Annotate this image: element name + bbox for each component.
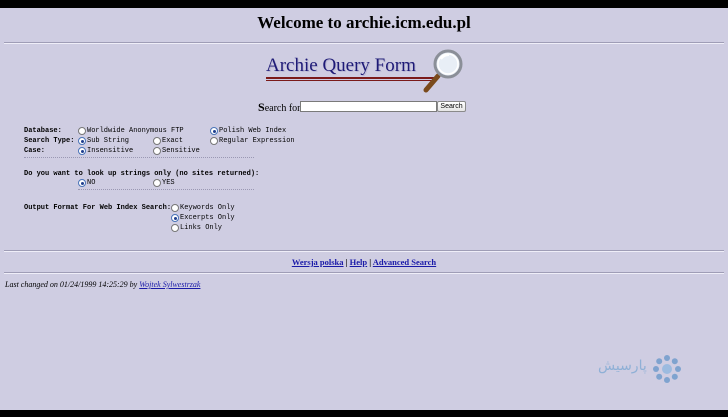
option-yes[interactable]: YES [153,178,175,188]
search-label: Search for: [258,100,303,115]
option-sub-string[interactable]: Sub String [78,136,129,146]
divider-bottom [4,272,724,274]
option-label: NO [87,179,96,187]
radio-polish-web-index[interactable] [210,127,218,135]
radio-sensitive[interactable] [153,147,161,155]
radio-no[interactable] [78,179,86,187]
archie-logo: Archie Query Form [266,48,466,100]
link-separator: | [345,257,348,267]
option-keywords-only[interactable]: Keywords Only [171,203,235,213]
option-label: Regular Expression [219,137,295,145]
radio-regular-expression[interactable] [210,137,218,145]
author-link[interactable]: Wojtek Sylwestrzak [139,280,200,289]
case-label: Case: [24,147,46,155]
search-input[interactable] [300,101,437,112]
radio-links-only[interactable] [171,224,179,232]
option-worldwide-ftp[interactable]: Worldwide Anonymous FTP [78,126,184,136]
radio-excerpts-only[interactable] [171,214,179,222]
last-changed-footer: Last changed on 01/24/1999 14:25:29 by W… [5,280,200,289]
option-label: Links Only [180,224,223,232]
radio-keywords-only[interactable] [171,204,179,212]
link-separator: | [369,257,372,267]
bottom-black-bar [0,410,728,417]
nav-links: Wersja polska | Help | Advanced Search [0,257,728,267]
option-excerpts-only[interactable]: Excerpts Only [171,213,235,223]
option-label: Insensitive [87,147,134,155]
page-title: Welcome to archie.icm.edu.pl [257,13,471,32]
option-polish-web-index[interactable]: Polish Web Index [210,126,286,136]
option-insensitive[interactable]: Insensitive [78,146,133,156]
option-label: Exact [162,137,184,145]
option-label: Excerpts Only [180,214,235,222]
divider-top [4,42,724,44]
flower-logo-icon [653,355,681,383]
top-black-bar [0,0,728,8]
logo-underline-thin [266,80,434,81]
output-format-label: Output Format For Web Index Search: [24,204,172,212]
footer-text: Last changed on 01/24/1999 14:25:29 by [5,280,140,289]
option-exact[interactable]: Exact [153,136,183,146]
option-links-only[interactable]: Links Only [171,223,222,233]
link-help[interactable]: Help [350,257,367,267]
link-polish-version[interactable]: Wersja polska [292,257,344,267]
database-label: Database: [24,127,62,135]
option-sensitive[interactable]: Sensitive [153,146,200,156]
option-label: Sub String [87,137,130,145]
watermark: پارسیش [598,354,684,384]
option-regular-expression[interactable]: Regular Expression [210,136,295,146]
radio-exact[interactable] [153,137,161,145]
option-label: YES [162,179,175,187]
watermark-text: پارسیش [598,358,647,374]
radio-insensitive[interactable] [78,147,86,155]
option-label: Polish Web Index [219,127,287,135]
link-advanced-search[interactable]: Advanced Search [373,257,436,267]
radio-sub-string[interactable] [78,137,86,145]
option-label: Worldwide Anonymous FTP [87,127,184,135]
radio-yes[interactable] [153,179,161,187]
radio-worldwide-ftp[interactable] [78,127,86,135]
option-label: Sensitive [162,147,200,155]
separator-dotted [78,189,254,190]
separator-dotted [24,157,254,158]
search-label-text: earch for: [264,103,304,114]
option-label: Keywords Only [180,204,235,212]
magnifier-icon [423,49,463,93]
option-no[interactable]: NO [78,178,95,188]
strings-only-label: Do you want to look up strings only (no … [24,170,260,178]
search-label-initial: S [258,100,265,114]
search-button[interactable]: Search [437,101,466,112]
divider-middle [4,250,724,252]
logo-text: Archie Query Form [266,55,416,76]
search-type-label: Search Type: [24,137,75,145]
logo-underline [266,77,434,79]
